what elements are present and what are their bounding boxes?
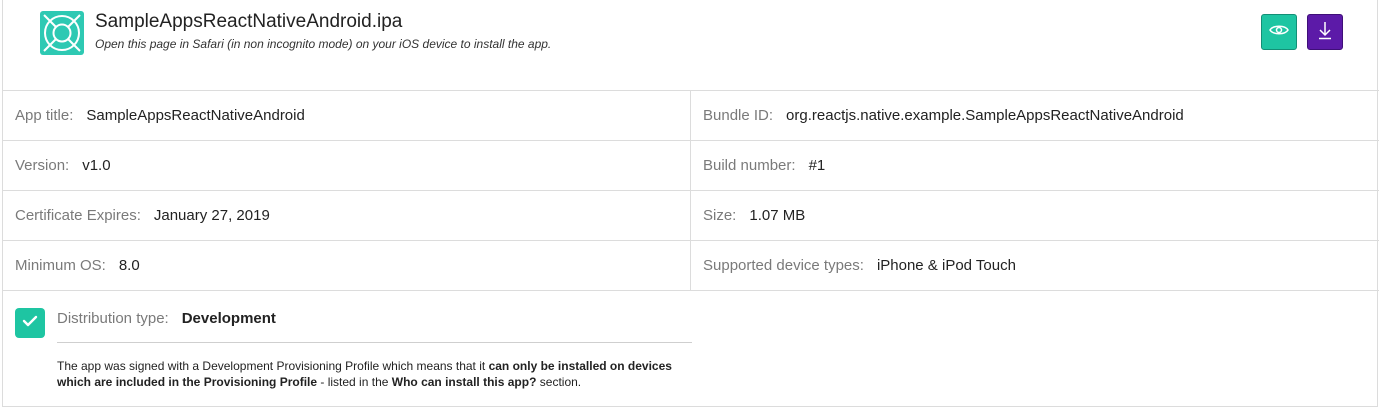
distribution-description: The app was signed with a Development Pr… xyxy=(57,358,697,390)
certificate-expires-field: Certificate Expires: January 27, 2019 xyxy=(15,191,270,240)
app-title-field: App title: SampleAppsReactNativeAndroid xyxy=(15,91,305,140)
minimum-os-value: 8.0 xyxy=(118,257,140,274)
version-field: Version: v1.0 xyxy=(15,141,111,190)
distribution-desc-text: The app was signed with a Development Pr… xyxy=(57,359,489,373)
app-details-panel: SampleAppsReactNativeAndroid.ipa Open th… xyxy=(2,0,1379,407)
app-header: SampleAppsReactNativeAndroid.ipa Open th… xyxy=(3,0,1379,91)
bundle-id-label: Bundle ID: xyxy=(703,107,774,124)
eye-icon xyxy=(1269,23,1289,42)
download-icon xyxy=(1317,20,1333,45)
column-divider xyxy=(690,191,691,240)
distribution-type-label: Distribution type: xyxy=(57,309,169,327)
bundle-id-field: Bundle ID: org.reactjs.native.example.Sa… xyxy=(703,91,1184,140)
bundle-id-value: org.reactjs.native.example.SampleAppsRea… xyxy=(786,107,1184,124)
build-number-field: Build number: #1 xyxy=(703,141,825,190)
device-types-label: Supported device types: xyxy=(703,257,864,274)
device-types-value: iPhone & iPod Touch xyxy=(876,257,1016,274)
details-row-certificate: Certificate Expires: January 27, 2019 Si… xyxy=(3,191,1379,241)
build-number-value: #1 xyxy=(808,157,826,174)
details-row-title: App title: SampleAppsReactNativeAndroid … xyxy=(3,91,1379,141)
size-field: Size: 1.07 MB xyxy=(703,191,805,240)
column-divider xyxy=(690,141,691,190)
app-title-label: App title: xyxy=(15,107,74,124)
build-number-label: Build number: xyxy=(703,157,796,174)
certificate-expires-label: Certificate Expires: xyxy=(15,207,141,224)
size-value: 1.07 MB xyxy=(749,207,806,224)
column-divider xyxy=(690,241,691,290)
distribution-type-field: Distribution type: Development xyxy=(57,308,276,328)
who-can-install-reference: Who can install this app? xyxy=(391,375,537,389)
distribution-section: Distribution type: Development The app w… xyxy=(3,292,1379,407)
distribution-type-value: Development xyxy=(181,309,276,327)
distribution-desc-text: section. xyxy=(536,375,582,389)
target-icon xyxy=(40,11,84,55)
checkmark-icon xyxy=(22,314,38,333)
preview-button[interactable] xyxy=(1261,14,1297,50)
download-button[interactable] xyxy=(1307,14,1343,50)
version-value: v1.0 xyxy=(82,157,111,174)
app-file-name: SampleAppsReactNativeAndroid.ipa xyxy=(95,11,403,32)
app-title-value: SampleAppsReactNativeAndroid xyxy=(86,107,305,124)
column-divider xyxy=(690,91,691,140)
minimum-os-label: Minimum OS: xyxy=(15,257,106,274)
distribution-checkbox[interactable] xyxy=(15,308,45,338)
details-row-version: Version: v1.0 Build number: #1 xyxy=(3,141,1379,191)
distribution-desc-text: - listed in the xyxy=(317,375,392,389)
install-instructions: Open this page in Safari (in non incogni… xyxy=(95,37,552,51)
size-label: Size: xyxy=(703,207,737,224)
certificate-expires-value: January 27, 2019 xyxy=(153,207,270,224)
device-types-field: Supported device types: iPhone & iPod To… xyxy=(703,241,1016,290)
distribution-divider xyxy=(57,342,692,343)
version-label: Version: xyxy=(15,157,70,174)
minimum-os-field: Minimum OS: 8.0 xyxy=(15,241,140,290)
details-row-os: Minimum OS: 8.0 Supported device types: … xyxy=(3,241,1379,291)
